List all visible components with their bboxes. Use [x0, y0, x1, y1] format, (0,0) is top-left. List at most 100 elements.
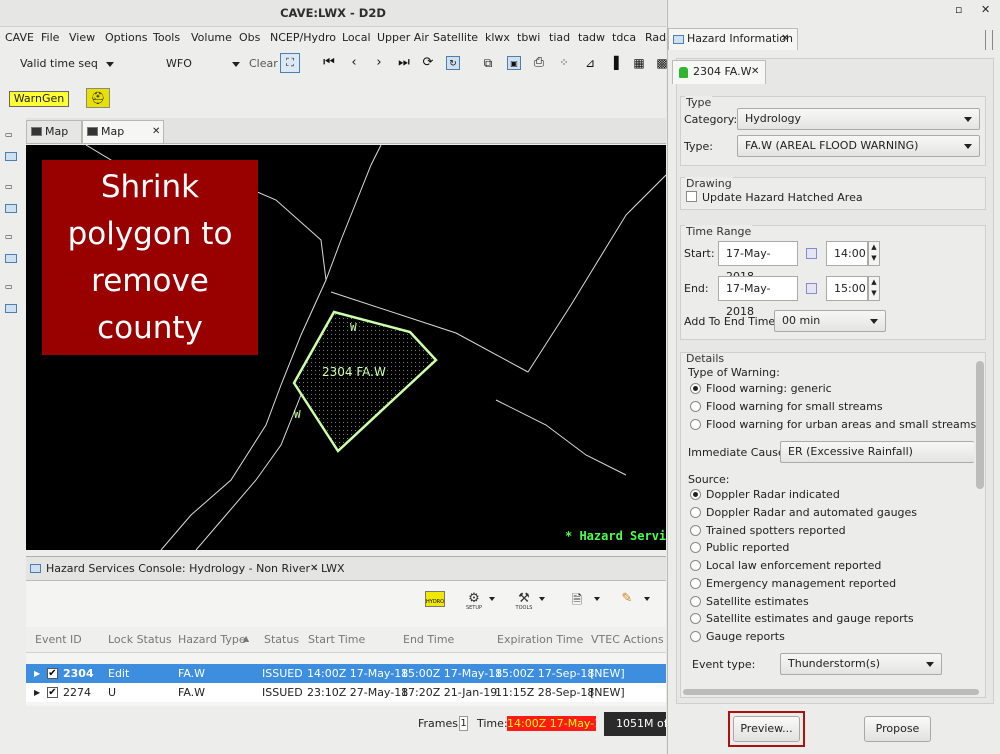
tab-map-1[interactable]: Map [26, 120, 82, 143]
minimize-view-icon[interactable]: ▭ [5, 232, 17, 241]
minimize-view-icon[interactable]: ▭ [5, 282, 17, 291]
print-icon[interactable]: ⎙ [532, 56, 546, 70]
image-properties-icon[interactable]: ⧉ [481, 56, 495, 70]
menu-cave[interactable]: CAVE [5, 31, 34, 44]
expand-arrow-icon[interactable]: ▶ [34, 664, 40, 683]
minimize-view-icon[interactable]: ▭ [5, 182, 17, 191]
next-frame-icon[interactable]: › [372, 56, 386, 70]
open-image-icon[interactable]: ▣ [507, 56, 521, 70]
radio-source-spotters[interactable] [690, 525, 701, 536]
menu-tbwi[interactable]: tbwi [517, 31, 540, 44]
expand-arrow-icon[interactable]: ▶ [34, 683, 40, 702]
close-icon[interactable]: ✕ [981, 3, 990, 16]
hazard-services-icon[interactable]: ⛑ [86, 88, 110, 108]
column-status[interactable]: Status [264, 633, 299, 646]
menu-satellite[interactable]: Satellite [433, 31, 478, 44]
start-time-spinner[interactable]: ▲ ▼ [868, 241, 880, 266]
calendar-icon[interactable] [806, 283, 817, 294]
details-horizontal-scrollbar[interactable] [683, 689, 979, 695]
menu-volume[interactable]: Volume [191, 31, 232, 44]
zoom-fit-icon[interactable]: ⛶ [280, 53, 300, 73]
column-hazard-type[interactable]: Hazard Type [178, 633, 246, 646]
end-time-field[interactable]: 15:00 [826, 276, 868, 301]
end-date-field[interactable]: 17-May-2018 [718, 276, 798, 318]
immediate-cause-dropdown[interactable]: ER (Excessive Rainfall) [780, 441, 974, 463]
event-type-dropdown[interactable]: Thunderstorm(s) [780, 653, 942, 675]
menu-options[interactable]: Options [105, 31, 147, 44]
panel-layout-icon[interactable]: ▐ [607, 56, 621, 70]
menu-tdca[interactable]: tdca [612, 31, 636, 44]
update-hatched-checkbox[interactable] [686, 191, 697, 202]
close-icon[interactable]: ✕ [152, 121, 160, 143]
refresh-icon[interactable]: ↻ [446, 56, 460, 70]
view-icon[interactable] [5, 152, 17, 161]
radio-small-streams[interactable] [690, 401, 701, 412]
event-tab-2304[interactable]: 2304 FA.W ✕ [672, 60, 766, 84]
tiles-layout-icon[interactable]: ▦ [632, 56, 646, 70]
radio-source-satellite[interactable] [690, 596, 701, 607]
menu-tools[interactable]: Tools [153, 31, 180, 44]
menu-tiad[interactable]: tiad [549, 31, 570, 44]
menu-file[interactable]: File [41, 31, 59, 44]
add-end-time-dropdown[interactable]: 00 min [774, 310, 886, 332]
tools-icon[interactable]: ⚒ TOOLS [513, 591, 535, 611]
close-icon[interactable]: ✕ [751, 61, 759, 83]
view-icon[interactable] [5, 304, 17, 313]
menu-klwx[interactable]: klwx [485, 31, 510, 44]
first-frame-icon[interactable]: ⏮ [322, 56, 336, 70]
table-row[interactable]: ▶ ✔ 2304 Edit FA.W ISSUED 14:00Z 17-May-… [26, 664, 666, 683]
last-frame-icon[interactable]: ⏭ [397, 56, 411, 70]
minimize-view-icon[interactable]: ▭ [5, 130, 17, 139]
menu-obs[interactable]: Obs [239, 31, 260, 44]
propose-button[interactable]: Propose [864, 716, 931, 742]
close-icon[interactable]: ✕ [310, 557, 318, 581]
column-vtec-actions[interactable]: VTEC Actions [591, 633, 664, 646]
row-checkbox[interactable]: ✔ [47, 687, 58, 698]
start-time-field[interactable]: 14:00 [826, 241, 868, 266]
column-end-time[interactable]: End Time [403, 633, 454, 646]
preview-button[interactable]: Preview... [733, 716, 800, 742]
start-date-field[interactable]: 17-May-2018 [718, 241, 798, 283]
calendar-icon[interactable] [806, 248, 817, 259]
chevron-down-icon[interactable] [489, 597, 495, 601]
column-event-id[interactable]: Event ID [35, 633, 82, 646]
radio-source-doppler-gauges[interactable] [690, 507, 701, 518]
radio-flood-generic[interactable] [690, 383, 701, 394]
pencil-icon[interactable]: ✎ [618, 591, 636, 609]
radio-source-satellite-gauge[interactable] [690, 613, 701, 624]
menu-tadw[interactable]: tadw [578, 31, 605, 44]
radio-source-gauge[interactable] [690, 631, 701, 642]
tab-map-2[interactable]: Map ✕ [82, 120, 164, 143]
row-checkbox[interactable]: ✔ [47, 668, 58, 679]
minimize-icon[interactable]: ▫ [955, 3, 962, 16]
chevron-down-icon[interactable] [594, 597, 600, 601]
close-icon[interactable]: ✕ [781, 29, 789, 49]
end-time-spinner[interactable]: ▲ ▼ [868, 276, 880, 301]
radio-source-doppler[interactable] [690, 489, 701, 500]
cursor-icon[interactable]: ⊿ [583, 56, 597, 70]
category-dropdown[interactable]: Hydrology [737, 108, 980, 130]
points-icon[interactable]: ⁘ [557, 56, 571, 70]
menu-ncep-hydro[interactable]: NCEP/Hydro [270, 31, 336, 44]
valid-time-seq-dropdown[interactable]: Valid time seq [20, 57, 98, 70]
hazard-polygon[interactable] [292, 310, 438, 453]
loop-icon[interactable]: ⟳ [421, 56, 435, 70]
hazard-information-tab[interactable]: Hazard Information ✕ [668, 28, 798, 50]
radio-urban-small-streams[interactable] [690, 419, 701, 430]
document-icon[interactable]: 🗎 [568, 591, 586, 609]
column-start-time[interactable]: Start Time [308, 633, 365, 646]
setup-icon[interactable]: ⚙ SETUP [463, 591, 485, 611]
previous-frame-icon[interactable]: ‹ [347, 56, 361, 70]
table-row[interactable]: ▶ ✔ 2274 U FA.W ISSUED 23:10Z 27-May-18 … [26, 683, 666, 702]
chevron-down-icon[interactable] [539, 597, 545, 601]
details-scrollbar[interactable] [976, 361, 984, 489]
column-expiration-time[interactable]: Expiration Time [497, 633, 583, 646]
column-lock-status[interactable]: Lock Status [108, 633, 172, 646]
menu-upper-air[interactable]: Upper Air [377, 31, 429, 44]
radio-source-emergency-mgmt[interactable] [690, 578, 701, 589]
wfo-dropdown[interactable]: WFO [166, 57, 192, 70]
view-icon[interactable] [5, 254, 17, 263]
warngen-button[interactable]: WarnGen [9, 91, 69, 107]
clear-button[interactable]: Clear [249, 57, 278, 70]
pane-divider[interactable] [985, 30, 993, 50]
